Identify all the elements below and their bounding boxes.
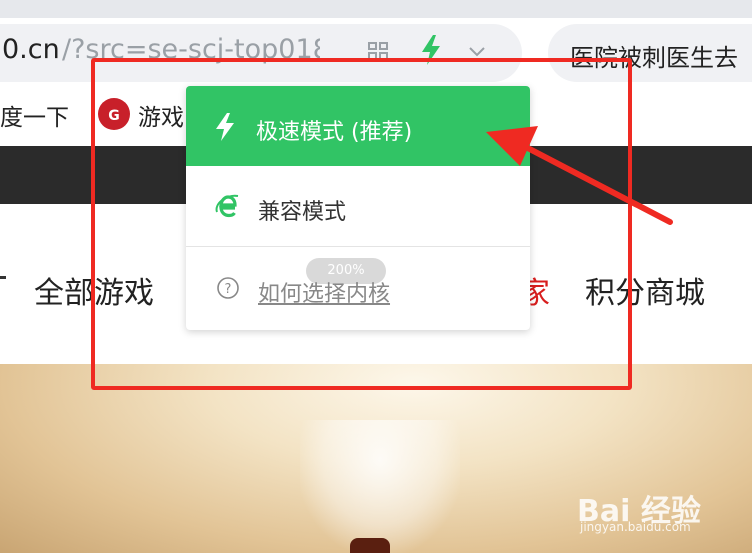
hero-glow [300,420,460,553]
hero-figure [350,538,390,553]
annotation-arrow [486,126,673,225]
nav-edge-mark [0,276,6,279]
watermark-url: jingyan.baidu.com [580,520,691,534]
browser-top-strip [0,0,752,18]
url-host: 0.cn [2,34,60,65]
nav-clipped-item[interactable] [742,268,752,303]
bookmark-baidu[interactable]: 度一下 [0,98,69,132]
